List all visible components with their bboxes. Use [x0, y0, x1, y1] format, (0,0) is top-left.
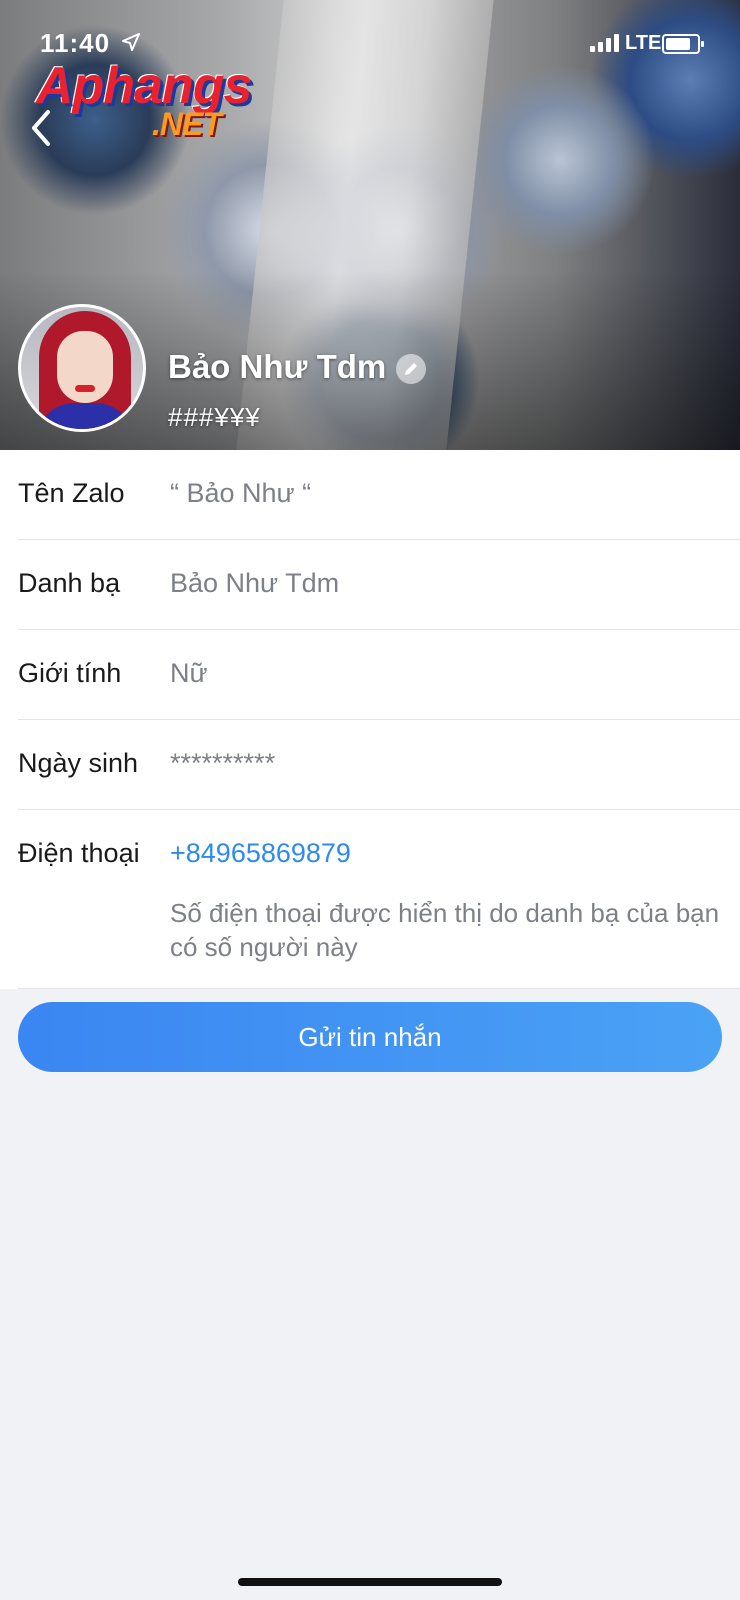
- avatar[interactable]: [18, 304, 146, 432]
- battery-icon: [662, 34, 704, 54]
- info-label: Điện thoại: [18, 838, 140, 868]
- info-value: **********: [170, 748, 276, 778]
- info-row-phone: Điện thoại +84965869879 Số điện thoại đư…: [18, 810, 740, 989]
- network-type: LTE: [625, 32, 662, 54]
- info-label: Tên Zalo: [18, 478, 125, 508]
- home-indicator: [238, 1578, 502, 1586]
- status-time: 11:40: [40, 28, 111, 58]
- send-message-button[interactable]: Gửi tin nhắn: [18, 1002, 722, 1072]
- info-label: Giới tính: [18, 658, 122, 688]
- watermark-logo: Aphangs .NET: [36, 56, 252, 142]
- info-row-contact-name: Danh bạ Bảo Như Tdm: [18, 540, 740, 630]
- info-row-zalo-name: Tên Zalo “ Bảo Như “: [18, 450, 740, 540]
- profile-name: Bảo Như Tdm: [168, 348, 387, 385]
- signal-icon: [590, 34, 619, 52]
- info-label: Danh bạ: [18, 568, 121, 598]
- info-value: Bảo Như Tdm: [170, 568, 340, 598]
- avatar-face: [57, 331, 113, 403]
- location-arrow-icon: [122, 33, 140, 51]
- info-value: “ Bảo Như “: [170, 478, 312, 508]
- info-row-gender: Giới tính Nữ: [18, 630, 740, 720]
- info-row-birthday: Ngày sinh **********: [18, 720, 740, 810]
- edit-pencil-icon[interactable]: [396, 354, 426, 384]
- phone-number-link[interactable]: +84965869879: [170, 838, 351, 869]
- info-value: Nữ: [170, 658, 208, 688]
- profile-info-list: Tên Zalo “ Bảo Như “ Danh bạ Bảo Như Tdm…: [0, 450, 740, 989]
- phone-note: Số điện thoại được hiển thị do danh bạ c…: [170, 898, 720, 962]
- back-chevron-icon[interactable]: [22, 104, 62, 152]
- avatar-lips: [75, 385, 95, 392]
- info-label: Ngày sinh: [18, 748, 139, 778]
- watermark-sub: .NET: [152, 106, 222, 142]
- profile-bio: ###¥¥¥: [168, 402, 261, 432]
